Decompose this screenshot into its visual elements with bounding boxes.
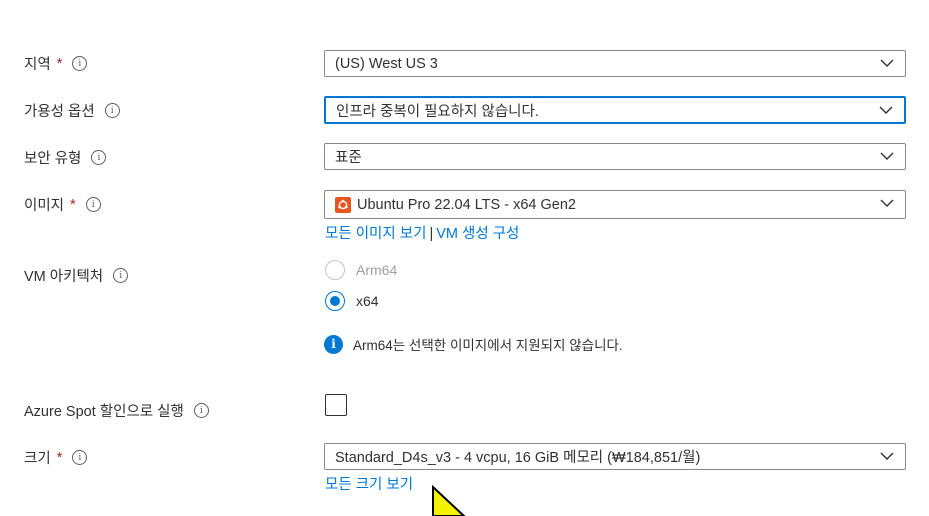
x64-radio-label: x64 (356, 293, 379, 309)
required-asterisk: * (56, 55, 63, 72)
azure-spot-checkbox[interactable] (325, 394, 347, 416)
info-icon[interactable]: i (104, 103, 120, 118)
info-icon[interactable]: i (91, 150, 107, 165)
size-label: 크기 (24, 451, 51, 467)
security-value: 표준 (335, 150, 362, 166)
architecture-label: VM 아키텍처 (24, 269, 104, 285)
chevron-down-icon (880, 152, 894, 160)
region-label: 지역 (24, 57, 51, 73)
link-separator: | (429, 226, 434, 242)
arm64-radio-label: Arm64 (356, 262, 398, 278)
info-icon[interactable]: i (72, 450, 88, 465)
architecture-label-row: VM 아키텍처 i (24, 265, 129, 286)
see-all-images-link[interactable]: 모든 이미지 보기 (325, 226, 426, 242)
see-all-sizes-link[interactable]: 모든 크기 보기 (325, 473, 413, 494)
availability-dropdown[interactable]: 인프라 중복이 필요하지 않습니다. (324, 96, 906, 124)
info-icon[interactable]: i (193, 403, 209, 418)
chevron-down-icon (880, 59, 894, 67)
chevron-down-icon (880, 452, 894, 460)
radio-selected-dot (330, 296, 340, 306)
configure-vm-generation-link[interactable]: VM 생성 구성 (436, 226, 519, 242)
chevron-down-icon (880, 199, 894, 207)
required-asterisk: * (56, 449, 63, 466)
security-type-dropdown[interactable]: 표준 (324, 143, 906, 170)
info-icon[interactable]: i (85, 197, 101, 212)
size-label-row: 크기 * i (24, 447, 88, 468)
ubuntu-logo-icon (335, 196, 351, 213)
size-dropdown[interactable]: Standard_D4s_v3 - 4 vcpu, 16 GiB 메모리 (₩1… (324, 443, 906, 470)
architecture-info-text: Arm64는 선택한 이미지에서 지원되지 않습니다. (353, 338, 623, 353)
region-label-row: 지역 * i (24, 53, 88, 74)
x64-radio[interactable] (325, 291, 345, 311)
spot-label: Azure Spot 할인으로 실행 (24, 404, 184, 420)
region-value: (US) West US 3 (335, 55, 438, 72)
mouse-cursor-icon (432, 485, 466, 516)
info-icon[interactable]: i (113, 268, 129, 283)
image-dropdown[interactable]: Ubuntu Pro 22.04 LTS - x64 Gen2 (324, 190, 906, 219)
size-value: Standard_D4s_v3 - 4 vcpu, 16 GiB 메모리 (₩1… (335, 450, 701, 466)
chevron-down-icon (879, 106, 893, 114)
spot-label-row: Azure Spot 할인으로 실행 i (24, 400, 209, 421)
security-label: 보안 유형 (24, 151, 82, 167)
security-label-row: 보안 유형 i (24, 147, 107, 168)
image-value: Ubuntu Pro 22.04 LTS - x64 Gen2 (357, 196, 576, 213)
image-label-row: 이미지 * i (24, 194, 101, 215)
required-asterisk: * (70, 196, 76, 213)
architecture-info-message: i Arm64는 선택한 이미지에서 지원되지 않습니다. (324, 334, 623, 354)
availability-value: 인프라 중복이 필요하지 않습니다. (336, 103, 539, 120)
image-links: 모든 이미지 보기 | VM 생성 구성 (325, 222, 519, 243)
availability-label: 가용성 옵션 (24, 104, 95, 120)
info-filled-icon: i (324, 334, 343, 354)
image-label: 이미지 (24, 198, 65, 214)
arm64-radio[interactable] (325, 260, 345, 280)
region-dropdown[interactable]: (US) West US 3 (324, 50, 906, 77)
availability-label-row: 가용성 옵션 i (24, 100, 120, 121)
info-icon[interactable]: i (72, 56, 88, 71)
